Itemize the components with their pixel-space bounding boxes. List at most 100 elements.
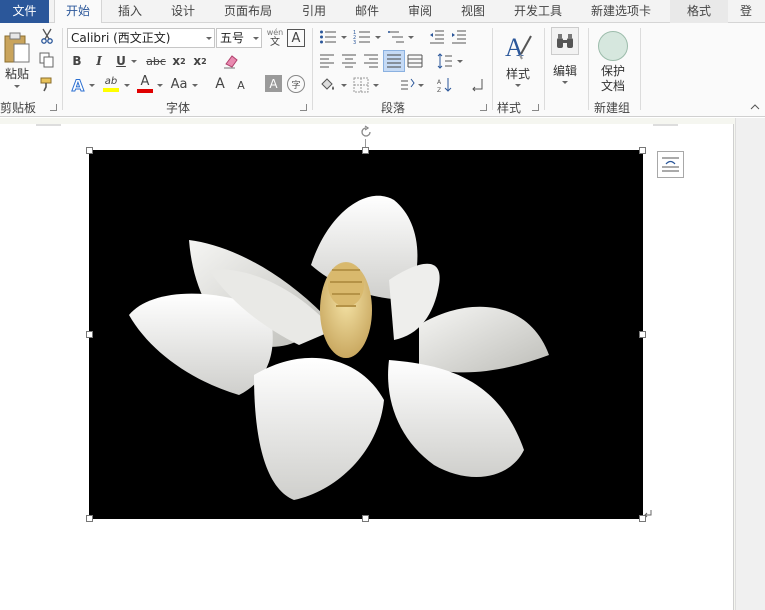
tab-page-layout[interactable]: 页面布局 <box>212 0 284 23</box>
tab-insert[interactable]: 插入 <box>106 0 154 23</box>
font-color-dropdown-icon[interactable] <box>157 84 163 87</box>
eraser-icon <box>224 55 238 69</box>
paste-button[interactable] <box>2 31 32 65</box>
tab-developer[interactable]: 开发工具 <box>502 0 574 23</box>
tab-file[interactable]: 文件 <box>0 0 49 23</box>
copy-button[interactable] <box>38 51 56 69</box>
multilevel-list-button[interactable] <box>386 28 406 46</box>
chinese-layout-button[interactable] <box>398 76 416 94</box>
tab-review[interactable]: 审阅 <box>396 0 444 23</box>
superscript-button[interactable]: x2 <box>191 52 209 70</box>
clear-formatting-button[interactable] <box>222 52 240 70</box>
scissors-icon <box>41 28 53 44</box>
show-marks-button[interactable] <box>468 76 486 94</box>
bullets-dropdown-icon[interactable] <box>341 36 347 39</box>
numbering-dropdown-icon[interactable] <box>375 36 381 39</box>
justify-button[interactable] <box>383 50 405 72</box>
tab-format[interactable]: 格式 <box>670 0 728 23</box>
decrease-indent-button[interactable] <box>428 28 446 46</box>
font-size-combo[interactable]: 五号 <box>216 28 262 48</box>
font-color-button[interactable]: A <box>136 73 154 95</box>
paragraph-group-label: 段落 <box>381 101 406 115</box>
numbering-button[interactable]: 1 2 3 <box>352 28 372 46</box>
font-group-label: 字体 <box>166 101 191 115</box>
rotate-handle-icon[interactable] <box>359 125 373 139</box>
font-name-dropdown-icon[interactable] <box>206 37 212 40</box>
layout-options-button[interactable] <box>657 151 684 178</box>
resize-handle-bottom-left[interactable] <box>86 515 93 522</box>
selected-image[interactable] <box>89 150 643 519</box>
line-spacing-dropdown-icon[interactable] <box>457 60 463 63</box>
resize-handle-top-left[interactable] <box>86 147 93 154</box>
font-name-combo[interactable]: Calibri (西文正文) <box>67 28 215 48</box>
bold-button[interactable]: B <box>69 52 85 70</box>
shading-dropdown-icon[interactable] <box>341 84 347 87</box>
tab-view[interactable]: 视图 <box>448 0 498 23</box>
protect-document-button[interactable] <box>598 31 628 61</box>
resize-handle-left[interactable] <box>86 331 93 338</box>
change-case-dropdown-icon[interactable] <box>192 84 198 87</box>
character-border-button[interactable]: A <box>287 29 305 47</box>
shrink-font-button[interactable]: A <box>234 77 248 93</box>
align-center-button[interactable] <box>340 52 358 70</box>
paste-dropdown-icon[interactable] <box>14 85 20 88</box>
tab-mailings[interactable]: 邮件 <box>342 0 392 23</box>
change-case-button[interactable]: Aa <box>168 75 190 93</box>
phonetic-guide-button[interactable]: wén 文 <box>265 27 285 49</box>
borders-button[interactable] <box>352 76 370 94</box>
tab-new-tab[interactable]: 新建选项卡 <box>578 0 664 23</box>
underline-dropdown-icon[interactable] <box>131 60 137 63</box>
increase-indent-button[interactable] <box>450 28 468 46</box>
cut-button[interactable] <box>38 27 56 45</box>
font-launcher-icon[interactable] <box>300 104 307 111</box>
resize-handle-top-right[interactable] <box>639 147 646 154</box>
editing-button[interactable] <box>551 27 579 55</box>
line-spacing-button[interactable] <box>436 52 454 70</box>
collapse-ribbon-button[interactable] <box>748 101 762 113</box>
tab-home[interactable]: 开始 <box>54 0 102 24</box>
grow-font-button[interactable]: A <box>212 75 228 93</box>
tab-references[interactable]: 引用 <box>290 0 338 23</box>
resize-handle-top[interactable] <box>362 147 369 154</box>
italic-button[interactable]: I <box>91 52 107 70</box>
highlight-dropdown-icon[interactable] <box>124 84 130 87</box>
enclose-characters-button[interactable]: 字 <box>287 75 305 93</box>
align-right-button[interactable] <box>362 52 380 70</box>
underline-button[interactable]: U <box>113 52 129 70</box>
styles-launcher-icon[interactable] <box>532 104 539 111</box>
multilevel-list-icon <box>388 31 404 43</box>
text-effects-dropdown-icon[interactable] <box>89 84 95 87</box>
multilevel-list-dropdown-icon[interactable] <box>408 36 414 39</box>
numbering-icon: 1 2 3 <box>353 30 370 45</box>
styles-button[interactable]: A <box>502 29 534 63</box>
font-size-dropdown-icon[interactable] <box>253 37 259 40</box>
sign-in-link[interactable]: 登 <box>734 0 765 23</box>
strikethrough-button[interactable]: abc <box>145 52 167 70</box>
shading-button[interactable] <box>318 76 338 94</box>
font-name-value: Calibri (西文正文) <box>71 31 171 45</box>
character-shading-button[interactable]: A <box>265 75 282 92</box>
bullets-button[interactable] <box>318 28 338 46</box>
editing-dropdown-icon[interactable] <box>562 81 568 84</box>
resize-handle-bottom[interactable] <box>362 515 369 522</box>
resize-handle-right[interactable] <box>639 331 646 338</box>
tab-design[interactable]: 设计 <box>158 0 208 23</box>
distributed-button[interactable] <box>406 52 424 70</box>
text-effects-button[interactable]: A <box>69 75 87 95</box>
subscript-x: x <box>172 54 181 68</box>
group-separator <box>62 28 63 110</box>
styles-dropdown-icon[interactable] <box>515 84 521 87</box>
sort-icon: A Z <box>437 78 452 93</box>
chinese-layout-dropdown-icon[interactable] <box>418 84 424 87</box>
paragraph-launcher-icon[interactable] <box>480 104 487 111</box>
bullets-icon <box>320 30 336 44</box>
sort-button[interactable]: A Z <box>436 76 454 94</box>
format-painter-button[interactable] <box>38 75 56 93</box>
highlight-button[interactable]: ab <box>101 73 121 95</box>
line-spacing-icon <box>437 53 452 69</box>
clipboard-launcher-icon[interactable] <box>50 104 57 111</box>
borders-dropdown-icon[interactable] <box>373 84 379 87</box>
align-left-button[interactable] <box>318 52 336 70</box>
subscript-button[interactable]: x2 <box>170 52 188 70</box>
vertical-scrollbar[interactable] <box>735 118 765 610</box>
